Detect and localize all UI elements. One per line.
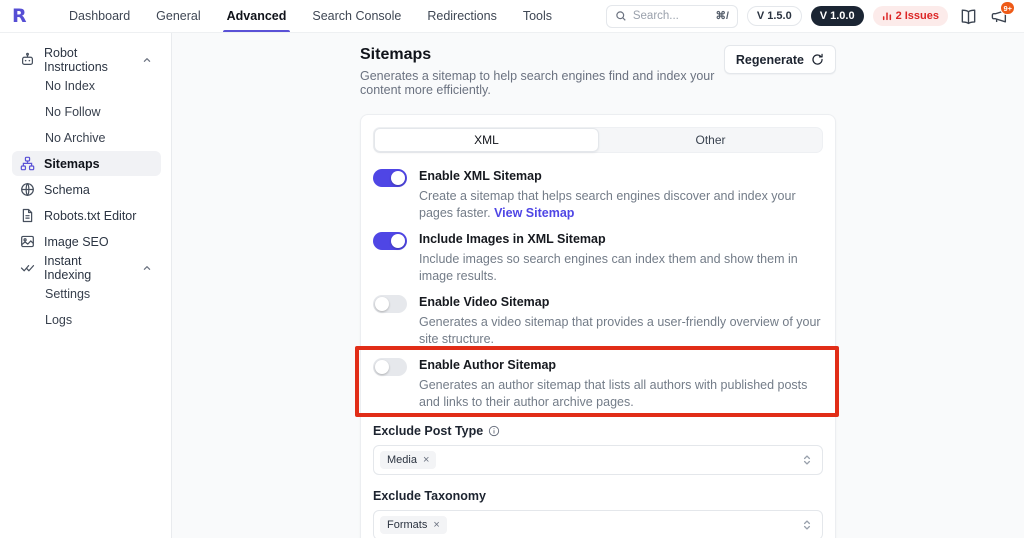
toggle-row-include-images: Include Images in XML Sitemap Include im… (373, 231, 823, 284)
view-sitemap-link[interactable]: View Sitemap (494, 206, 574, 220)
regenerate-button[interactable]: Regenerate (723, 45, 836, 74)
settings-card: XML Other Enable XML Sitemap Create a si… (360, 114, 836, 538)
search-icon (615, 10, 627, 22)
remove-tag-icon[interactable]: × (423, 454, 429, 466)
top-nav: Dashboard General Advanced Search Consol… (56, 0, 565, 32)
app-logo[interactable]: R (12, 0, 38, 32)
sidebar-item-settings[interactable]: Settings (12, 281, 161, 307)
nav-general[interactable]: General (143, 0, 213, 32)
sidebar-item-robot-instructions[interactable]: Robot Instructions (12, 46, 161, 74)
toggle-description: Create a sitemap that helps search engin… (419, 189, 796, 220)
sidebar-item-no-index[interactable]: No Index (12, 73, 161, 99)
nav-search-console[interactable]: Search Console (299, 0, 414, 32)
globe-icon (20, 182, 35, 197)
nav-dashboard[interactable]: Dashboard (56, 0, 143, 32)
main-content: Sitemaps Generates a sitemap to help sea… (172, 33, 1024, 538)
search-placeholder: Search... (632, 10, 679, 22)
version-pill: V 1.5.0 (746, 6, 802, 26)
toggle-row-author: Enable Author Sitemap Generates an autho… (373, 357, 823, 410)
field-label: Exclude Post Type (373, 424, 484, 438)
info-icon (488, 425, 500, 437)
issues-badge[interactable]: 2 Issues (872, 6, 948, 26)
robot-icon (20, 52, 35, 67)
sidebar-item-image-seo[interactable]: Image SEO (12, 229, 161, 254)
enable-author-sitemap-toggle[interactable] (373, 358, 407, 376)
select-chevrons-icon (801, 453, 813, 467)
exclude-post-type-field: Exclude Post Type Media × (373, 424, 823, 475)
document-icon (20, 208, 35, 223)
bar-chart-icon (882, 11, 892, 21)
sitemap-tabs: XML Other (373, 127, 823, 153)
page-subtitle: Generates a sitemap to help search engin… (360, 69, 715, 97)
book-icon (960, 8, 977, 25)
sidebar: Robot Instructions No Index No Follow No… (0, 33, 172, 538)
sidebar-item-no-follow[interactable]: No Follow (12, 99, 161, 125)
sidebar-item-sitemaps[interactable]: Sitemaps (12, 151, 161, 176)
notifications-button[interactable]: 9+ (988, 1, 1015, 27)
selected-tag: Formats × (380, 516, 447, 534)
toggle-label: Include Images in XML Sitemap (419, 232, 606, 246)
toggle-label: Enable XML Sitemap (419, 169, 542, 183)
docs-button[interactable] (957, 5, 979, 27)
toggle-label: Enable Video Sitemap (419, 295, 550, 309)
toggle-row-xml-sitemap: Enable XML Sitemap Create a sitemap that… (373, 168, 823, 221)
sidebar-item-schema[interactable]: Schema (12, 177, 161, 202)
double-check-icon (20, 260, 35, 275)
exclude-taxonomy-field: Exclude Taxonomy Formats × (373, 489, 823, 538)
tab-xml[interactable]: XML (374, 128, 599, 152)
topbar: R Dashboard General Advanced Search Cons… (0, 0, 1024, 33)
notification-count-badge: 9+ (1000, 1, 1015, 15)
toggle-description: Generates a video sitemap that provides … (419, 315, 821, 346)
image-icon (20, 234, 35, 249)
refresh-icon (811, 53, 824, 66)
nav-redirections[interactable]: Redirections (414, 0, 509, 32)
sidebar-item-instant-indexing[interactable]: Instant Indexing (12, 254, 161, 282)
sidebar-item-robots-txt-editor[interactable]: Robots.txt Editor (12, 203, 161, 228)
version-badge: V 1.0.0 (810, 6, 864, 26)
chevron-up-icon (141, 54, 153, 66)
toggle-description: Include images so search engines can ind… (419, 252, 798, 283)
exclude-post-type-select[interactable]: Media × (373, 445, 823, 475)
enable-xml-sitemap-toggle[interactable] (373, 169, 407, 187)
sidebar-item-no-archive[interactable]: No Archive (12, 125, 161, 151)
exclude-taxonomy-select[interactable]: Formats × (373, 510, 823, 538)
sidebar-item-logs[interactable]: Logs (12, 307, 161, 333)
toggle-label: Enable Author Sitemap (419, 358, 557, 372)
sitemap-icon (20, 156, 35, 171)
search-shortcut: ⌘/ (715, 10, 729, 22)
toggle-row-video-sitemap: Enable Video Sitemap Generates a video s… (373, 294, 823, 347)
field-label: Exclude Taxonomy (373, 489, 486, 503)
select-chevrons-icon (801, 518, 813, 532)
chevron-up-icon (141, 262, 153, 274)
page-title: Sitemaps (360, 46, 432, 63)
tab-other[interactable]: Other (599, 128, 822, 152)
app-window: R Dashboard General Advanced Search Cons… (0, 0, 1024, 538)
include-images-toggle[interactable] (373, 232, 407, 250)
selected-tag: Media × (380, 451, 437, 469)
topbar-right: Search... ⌘/ V 1.5.0 V 1.0.0 2 Issues 9+ (605, 0, 1015, 32)
nav-tools[interactable]: Tools (510, 0, 565, 32)
toggle-description: Generates an author sitemap that lists a… (419, 378, 808, 409)
nav-advanced[interactable]: Advanced (214, 0, 300, 32)
search-input[interactable]: Search... ⌘/ (605, 4, 738, 28)
remove-tag-icon[interactable]: × (433, 519, 439, 531)
enable-video-sitemap-toggle[interactable] (373, 295, 407, 313)
